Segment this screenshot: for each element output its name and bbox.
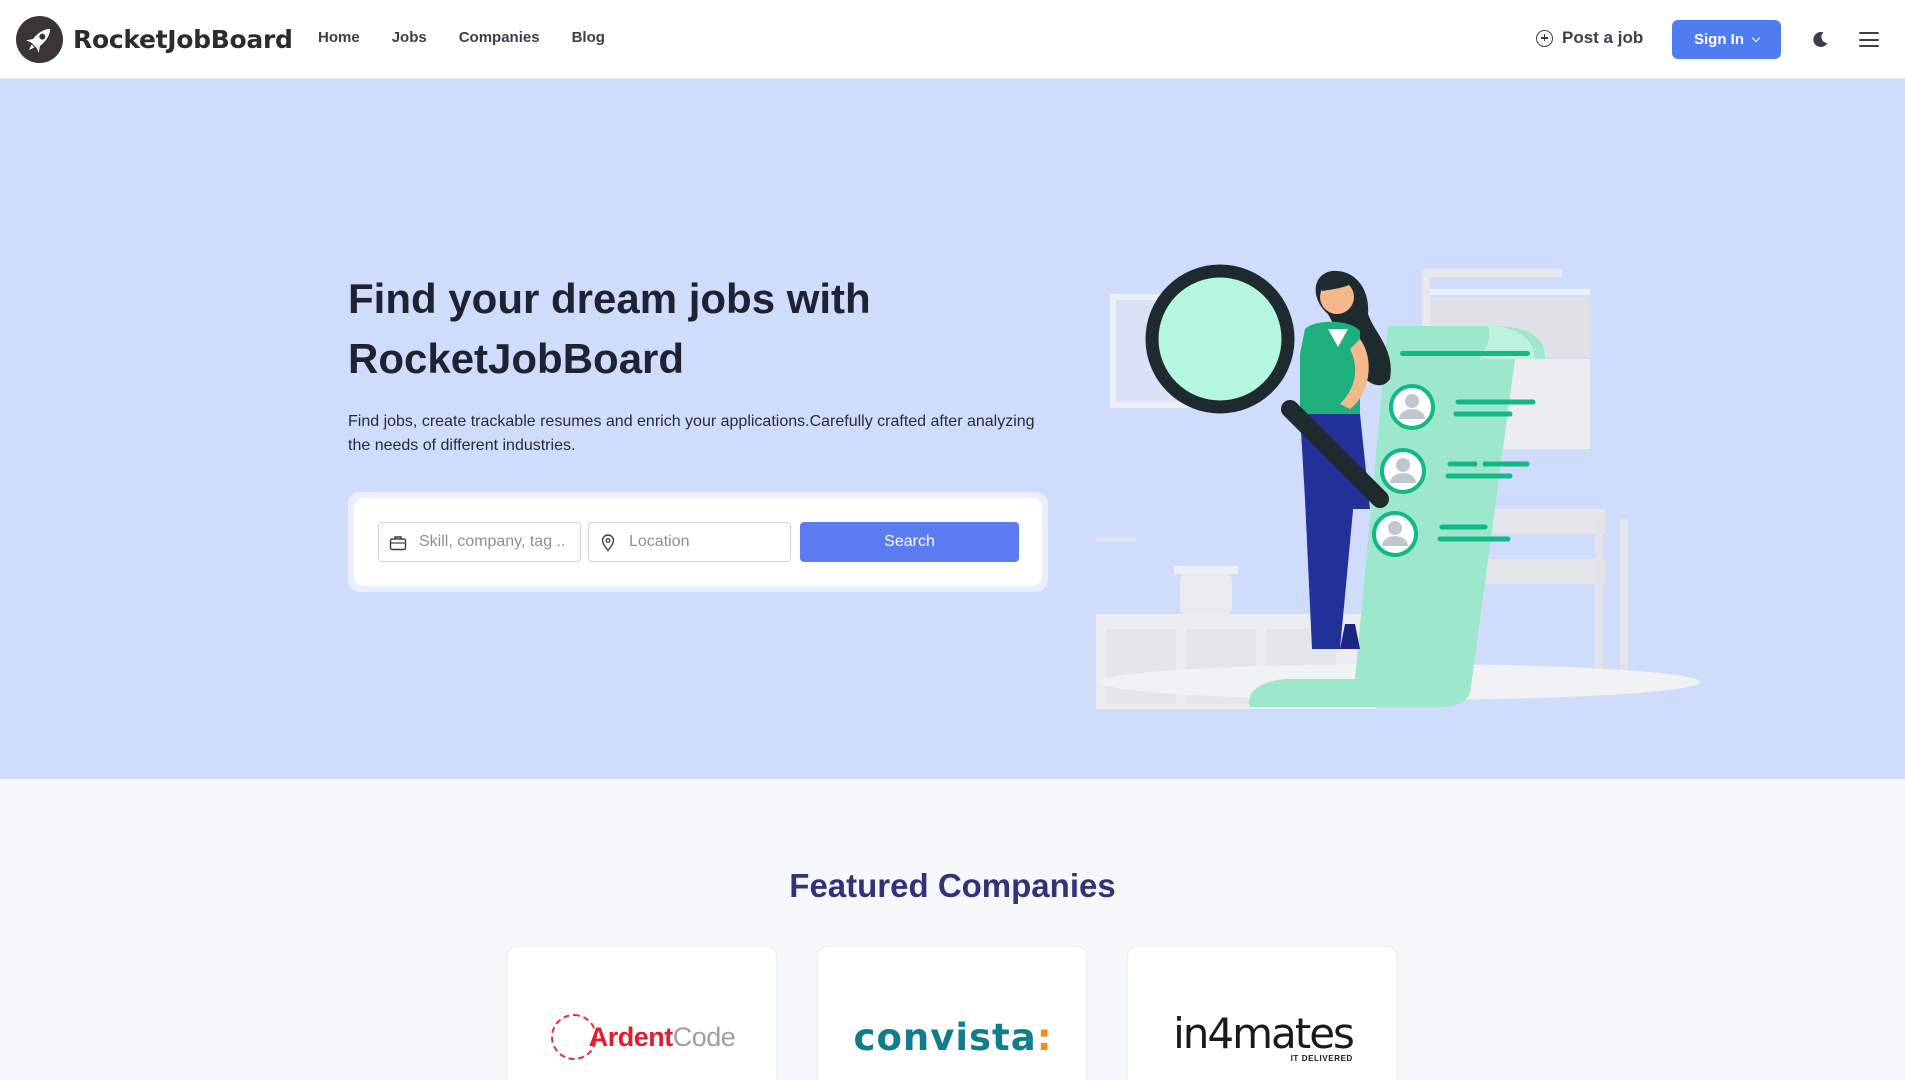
company-card-in4mates[interactable]: in4mates IT DELIVERED — [1127, 946, 1397, 1080]
post-job-button[interactable]: Post a job — [1536, 28, 1643, 48]
briefcase-icon — [389, 536, 407, 551]
nav-blog[interactable]: Blog — [572, 29, 605, 46]
convista-logo-text: convista — [853, 1015, 1037, 1059]
convista-logo: convista: — [818, 1007, 1088, 1067]
nav-jobs[interactable]: Jobs — [392, 29, 427, 46]
location-search-input[interactable] — [589, 523, 790, 561]
nav-home[interactable]: Home — [318, 29, 360, 46]
search-panel: Search — [348, 492, 1048, 592]
chevron-down-icon — [1751, 33, 1761, 42]
skill-search-input[interactable] — [379, 523, 580, 561]
site-header: RocketJobBoard Home Jobs Companies Blog … — [0, 0, 1905, 79]
convista-logo-suffix: : — [1036, 1015, 1053, 1059]
ardentcode-logo-part1: Ardent — [588, 1021, 674, 1052]
featured-companies-title: Featured Companies — [789, 867, 1116, 904]
brand-logo[interactable]: RocketJobBoard — [16, 16, 293, 63]
hero-title: Find your dream jobs with RocketJobBoard — [348, 275, 871, 382]
ardentcode-logo: Ardent Code — [508, 1007, 778, 1067]
search-form: Search — [354, 498, 1042, 586]
hero-illustration — [1096, 264, 1700, 709]
company-card-convista[interactable]: convista: — [817, 946, 1087, 1080]
nav-companies[interactable]: Companies — [459, 29, 540, 46]
main-nav: Home Jobs Companies Blog — [318, 29, 637, 46]
hamburger-menu-icon[interactable] — [1859, 31, 1879, 48]
ardentcode-logo-part2: Code — [672, 1021, 736, 1052]
moon-icon[interactable] — [1812, 31, 1829, 48]
sign-in-button[interactable]: Sign In — [1672, 20, 1781, 59]
sign-in-label: Sign In — [1694, 31, 1744, 48]
post-job-label: Post a job — [1562, 28, 1644, 47]
rocket-icon — [16, 16, 63, 63]
hero-section: Find your dream jobs with RocketJobBoard… — [0, 79, 1905, 779]
map-pin-icon — [601, 534, 615, 552]
location-search-field — [588, 522, 791, 562]
plus-circle-icon — [1536, 29, 1553, 47]
company-card-ardentcode[interactable]: Ardent Code — [507, 946, 777, 1080]
in4mates-logo: in4mates IT DELIVERED — [1128, 1007, 1398, 1067]
in4mates-logo-text: in4mates — [1173, 1008, 1355, 1058]
skill-search-field — [378, 522, 581, 562]
brand-name: RocketJobBoard — [73, 25, 293, 54]
hero-subtitle: Find jobs, create trackable resumes and … — [348, 413, 1035, 454]
search-button[interactable]: Search — [800, 522, 1019, 562]
